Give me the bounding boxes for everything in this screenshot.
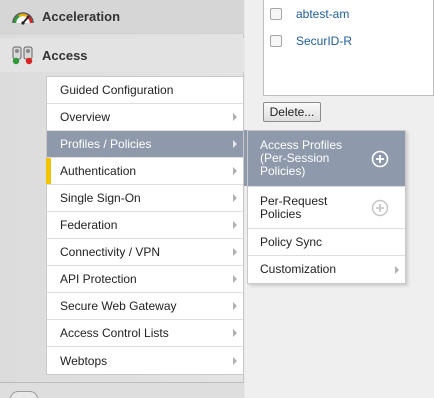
chevron-right-icon [233,113,237,121]
chevron-right-icon [233,302,237,310]
flyout-item-customization[interactable]: Customization [248,256,405,283]
flyout-item-label: Policy Sync [260,234,323,249]
main-nav: Acceleration Access Guided Configuration… [0,0,244,398]
submenu-item-webtops[interactable]: Webtops [47,347,243,374]
chevron-right-icon [233,248,237,256]
chevron-right-icon [233,140,237,148]
chevron-right-icon [233,194,237,202]
row-checkbox[interactable] [270,35,282,47]
submenu-item-secure-web-gateway[interactable]: Secure Web Gateway [47,293,243,320]
chevron-right-icon [233,221,237,229]
submenu-item-label: API Protection [60,272,137,286]
submenu-item-profiles-policies[interactable]: Profiles / Policies [47,131,243,158]
add-circle-icon[interactable] [371,199,389,217]
flyout-item-label: Customization [260,262,337,276]
submenu-item-authentication[interactable]: Authentication [46,158,243,185]
flyout-item-access-profiles[interactable]: Access Profiles (Per-Session Policies) [248,131,405,187]
nav-access-label: Access [42,47,88,63]
submenu-item-label: Webtops [60,353,108,368]
submenu-item-label: Profiles / Policies [60,137,152,151]
submenu-item-single-sign-on[interactable]: Single Sign-On [47,185,243,212]
collapse-tab[interactable] [10,391,38,398]
chevron-right-icon [395,265,399,274]
flyout-item-per-request-policies[interactable]: Per-Request Policies [248,187,405,229]
list-item[interactable]: SecurID-R [270,31,352,51]
flyout-item-label: Per-Request Policies [260,193,328,221]
flyout-item-label: Access Profiles (Per-Session Policies) [260,138,343,178]
submenu-item-access-control-lists[interactable]: Access Control Lists [47,320,243,347]
profile-link[interactable]: SecurID-R [296,34,352,48]
chevron-right-icon [233,167,237,175]
access-submenu: Guided Configuration Overview Profiles /… [46,76,244,375]
nav-access[interactable]: Access [0,38,244,72]
submenu-item-api-protection[interactable]: API Protection [47,266,243,293]
chevron-right-icon [233,329,237,337]
submenu-item-label: Connectivity / VPN [60,245,161,259]
profile-link[interactable]: abtest-am [296,7,349,21]
submenu-item-label: Overview [60,110,111,124]
access-users-icon [12,46,33,65]
chevron-right-icon [233,356,237,365]
submenu-item-federation[interactable]: Federation [47,212,243,239]
profile-list: abtest-am SecurID-R [263,0,434,96]
submenu-item-guided-configuration[interactable]: Guided Configuration [47,77,243,104]
row-checkbox[interactable] [270,8,282,20]
nav-acceleration-label: Acceleration [42,9,121,24]
nav-acceleration[interactable]: Acceleration [0,0,244,34]
submenu-item-label: Secure Web Gateway [60,299,177,313]
delete-button[interactable]: Delete... [263,102,321,122]
submenu-item-connectivity-vpn[interactable]: Connectivity / VPN [47,239,243,266]
submenu-item-label: Federation [60,218,118,232]
chevron-right-icon [233,275,237,283]
profiles-policies-flyout: Access Profiles (Per-Session Policies) P… [247,130,406,284]
submenu-item-label: Single Sign-On [60,191,141,205]
submenu-item-label: Access Control Lists [60,326,169,340]
submenu-item-overview[interactable]: Overview [47,104,243,131]
add-circle-icon[interactable] [371,150,389,168]
flyout-item-policy-sync[interactable]: Policy Sync [248,229,405,256]
submenu-item-label: Authentication [60,164,137,178]
nav-divider [0,382,244,398]
submenu-item-label: Guided Configuration [60,83,174,97]
list-item[interactable]: abtest-am [270,4,349,24]
gauge-icon [12,11,34,25]
